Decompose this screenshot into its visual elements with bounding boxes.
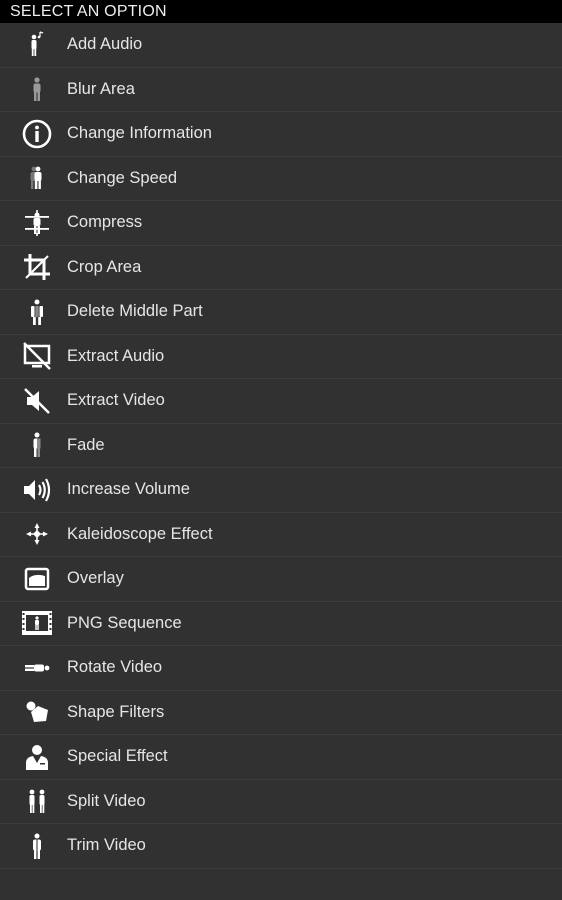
option-label: Change Information [67, 124, 212, 143]
overlay-icon [18, 562, 56, 596]
option-label: Overlay [67, 569, 124, 588]
option-extract-audio[interactable]: Extract Audio [0, 335, 562, 379]
options-list: Add Audio Blur Area Change Information C… [0, 23, 562, 869]
option-blur-area[interactable]: Blur Area [0, 68, 562, 112]
option-add-audio[interactable]: Add Audio [0, 23, 562, 68]
option-special-effect[interactable]: Special Effect [0, 735, 562, 780]
option-label: Crop Area [67, 257, 142, 276]
rotate-person-icon [18, 651, 56, 685]
blurred-person-icon [18, 72, 56, 106]
option-label: Special Effect [67, 747, 168, 766]
option-overlay[interactable]: Overlay [0, 557, 562, 602]
film-strip-icon [18, 606, 56, 640]
option-label: Split Video [67, 791, 146, 810]
option-crop-area[interactable]: Crop Area [0, 246, 562, 290]
option-increase-volume[interactable]: Increase Volume [0, 468, 562, 513]
option-label: Trim Video [67, 836, 146, 855]
option-png-sequence[interactable]: PNG Sequence [0, 602, 562, 646]
fade-person-icon [18, 428, 56, 462]
option-fade[interactable]: Fade [0, 424, 562, 468]
option-label: Fade [67, 435, 105, 454]
trim-person-icon [18, 829, 56, 863]
volume-up-icon [18, 473, 56, 507]
person-music-icon [18, 28, 56, 62]
option-label: Extract Video [67, 391, 165, 410]
compress-icon [18, 206, 56, 240]
option-label: Add Audio [67, 35, 143, 54]
crop-icon [18, 250, 56, 284]
split-person-icon [18, 784, 56, 818]
option-label: Change Speed [67, 168, 178, 187]
option-split-video[interactable]: Split Video [0, 780, 562, 824]
info-icon [18, 117, 56, 151]
kaleidoscope-icon [18, 517, 56, 551]
option-delete-middle-part[interactable]: Delete Middle Part [0, 290, 562, 335]
option-change-information[interactable]: Change Information [0, 112, 562, 157]
option-change-speed[interactable]: Change Speed [0, 157, 562, 201]
shapes-icon [18, 695, 56, 729]
no-video-icon [18, 339, 56, 373]
option-label: Rotate Video [67, 658, 163, 677]
option-trim-video[interactable]: Trim Video [0, 824, 562, 869]
speed-person-icon [18, 161, 56, 195]
option-label: PNG Sequence [67, 613, 182, 632]
dialog-title: SELECT AN OPTION [10, 2, 167, 20]
option-label: Blur Area [67, 79, 135, 98]
special-person-icon [18, 740, 56, 774]
option-label: Compress [67, 213, 143, 232]
option-label: Extract Audio [67, 346, 165, 365]
option-kaleidoscope-effect[interactable]: Kaleidoscope Effect [0, 513, 562, 557]
option-compress[interactable]: Compress [0, 201, 562, 246]
option-extract-video[interactable]: Extract Video [0, 379, 562, 424]
mute-icon [18, 384, 56, 418]
option-label: Increase Volume [67, 480, 190, 499]
dialog-header: SELECT AN OPTION [0, 0, 562, 23]
option-label: Shape Filters [67, 702, 165, 721]
option-rotate-video[interactable]: Rotate Video [0, 646, 562, 691]
option-shape-filters[interactable]: Shape Filters [0, 691, 562, 735]
option-label: Delete Middle Part [67, 302, 203, 321]
delete-middle-icon [18, 295, 56, 329]
option-label: Kaleidoscope Effect [67, 524, 213, 543]
